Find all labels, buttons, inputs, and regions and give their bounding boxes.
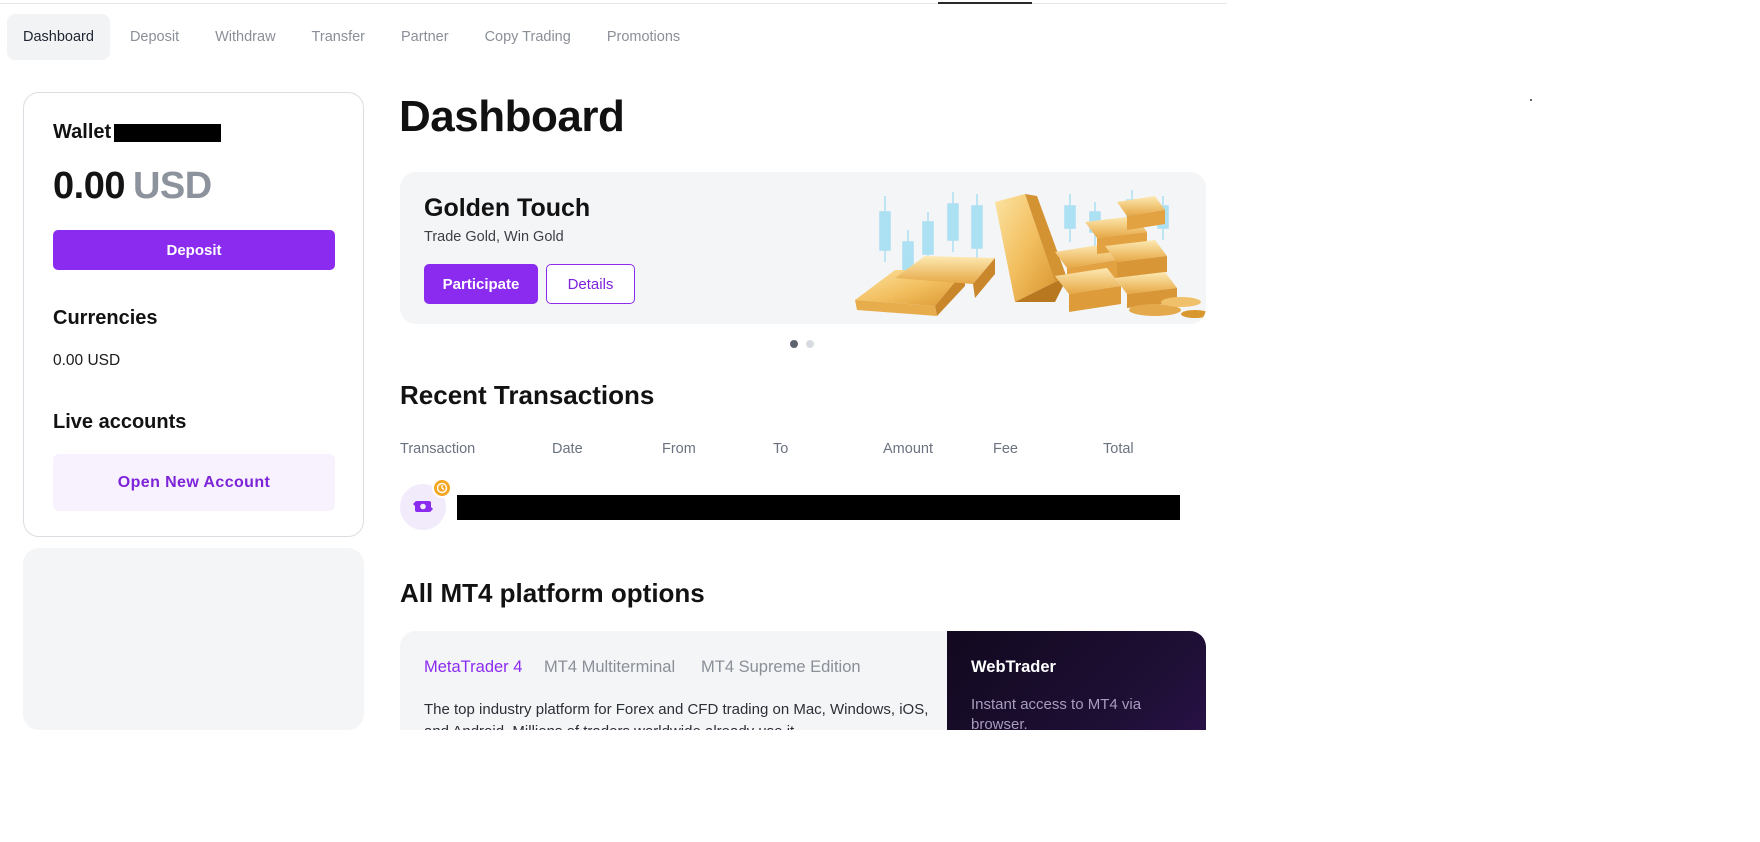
col-to: To (773, 441, 789, 457)
balance-amount: 0.00 (53, 165, 125, 207)
top-divider (0, 3, 1227, 4)
col-total: Total (1103, 441, 1134, 457)
top-active-indicator (938, 2, 1032, 4)
carousel-dot-1[interactable] (790, 340, 798, 348)
col-fee: Fee (993, 441, 1018, 457)
currencies-heading: Currencies (53, 307, 158, 329)
tab-partner[interactable]: Partner (385, 14, 465, 60)
webtrader-subtitle: Instant access to MT4 via browser. (971, 696, 1142, 733)
tab-deposit[interactable]: Deposit (114, 14, 195, 60)
wallet-title: Wallet (53, 121, 112, 143)
mt4-options-heading: All MT4 platform options (400, 578, 705, 608)
tab-promotions[interactable]: Promotions (591, 14, 696, 60)
tab-mt4-supreme-edition[interactable]: MT4 Supreme Edition (701, 658, 861, 677)
wallet-heading: Wallet (53, 121, 222, 144)
tab-metatrader-4[interactable]: MetaTrader 4 (424, 658, 522, 677)
promo-banner: Golden Touch Trade Gold, Win Gold Partic… (400, 172, 1206, 324)
balance-currency: USD (132, 165, 212, 207)
col-transaction: Transaction (400, 441, 476, 457)
banner-subtitle: Trade Gold, Win Gold (424, 229, 564, 245)
banner-title: Golden Touch (424, 194, 591, 222)
carousel-dot-2[interactable] (806, 340, 814, 348)
col-from: From (662, 441, 696, 457)
pending-clock-icon (432, 478, 452, 498)
currency-usd-value: 0.00 USD (53, 352, 121, 369)
tab-transfer[interactable]: Transfer (296, 14, 381, 60)
col-date: Date (552, 441, 583, 457)
tab-copy-trading[interactable]: Copy Trading (469, 14, 587, 60)
col-amount: Amount (883, 441, 933, 457)
details-button[interactable]: Details (546, 264, 635, 304)
recent-transactions-heading: Recent Transactions (400, 380, 655, 410)
open-new-account-button[interactable]: Open New Account (53, 454, 335, 511)
mt4-platform-panel: MetaTrader 4 MT4 Multiterminal MT4 Supre… (400, 631, 1206, 742)
live-accounts-heading: Live accounts (53, 411, 187, 433)
deposit-button[interactable]: Deposit (53, 230, 335, 270)
main-nav-tabs: Dashboard Deposit Withdraw Transfer Part… (7, 14, 700, 60)
viewport-bottom-blank (0, 730, 1760, 842)
webtrader-title: WebTrader (971, 658, 1056, 676)
carousel-dots (790, 340, 822, 348)
webtrader-card[interactable]: WebTrader Instant access to MT4 via brow… (947, 631, 1206, 742)
page-title: Dashboard (399, 92, 625, 141)
stray-pixel (1530, 99, 1532, 101)
tab-mt4-multiterminal[interactable]: MT4 Multiterminal (544, 658, 675, 677)
redacted-wallet-id (114, 123, 222, 142)
wallet-card: Wallet 0.00 USD Deposit Currencies 0.00 U… (23, 92, 364, 537)
tab-withdraw[interactable]: Withdraw (199, 14, 291, 60)
redacted-transaction-row (457, 495, 1180, 520)
participate-button[interactable]: Participate (424, 264, 538, 304)
secondary-card (23, 548, 364, 730)
gold-bars-illustration (855, 190, 1206, 318)
wallet-balance: 0.00 USD (53, 165, 212, 208)
tab-dashboard[interactable]: Dashboard (7, 14, 110, 60)
